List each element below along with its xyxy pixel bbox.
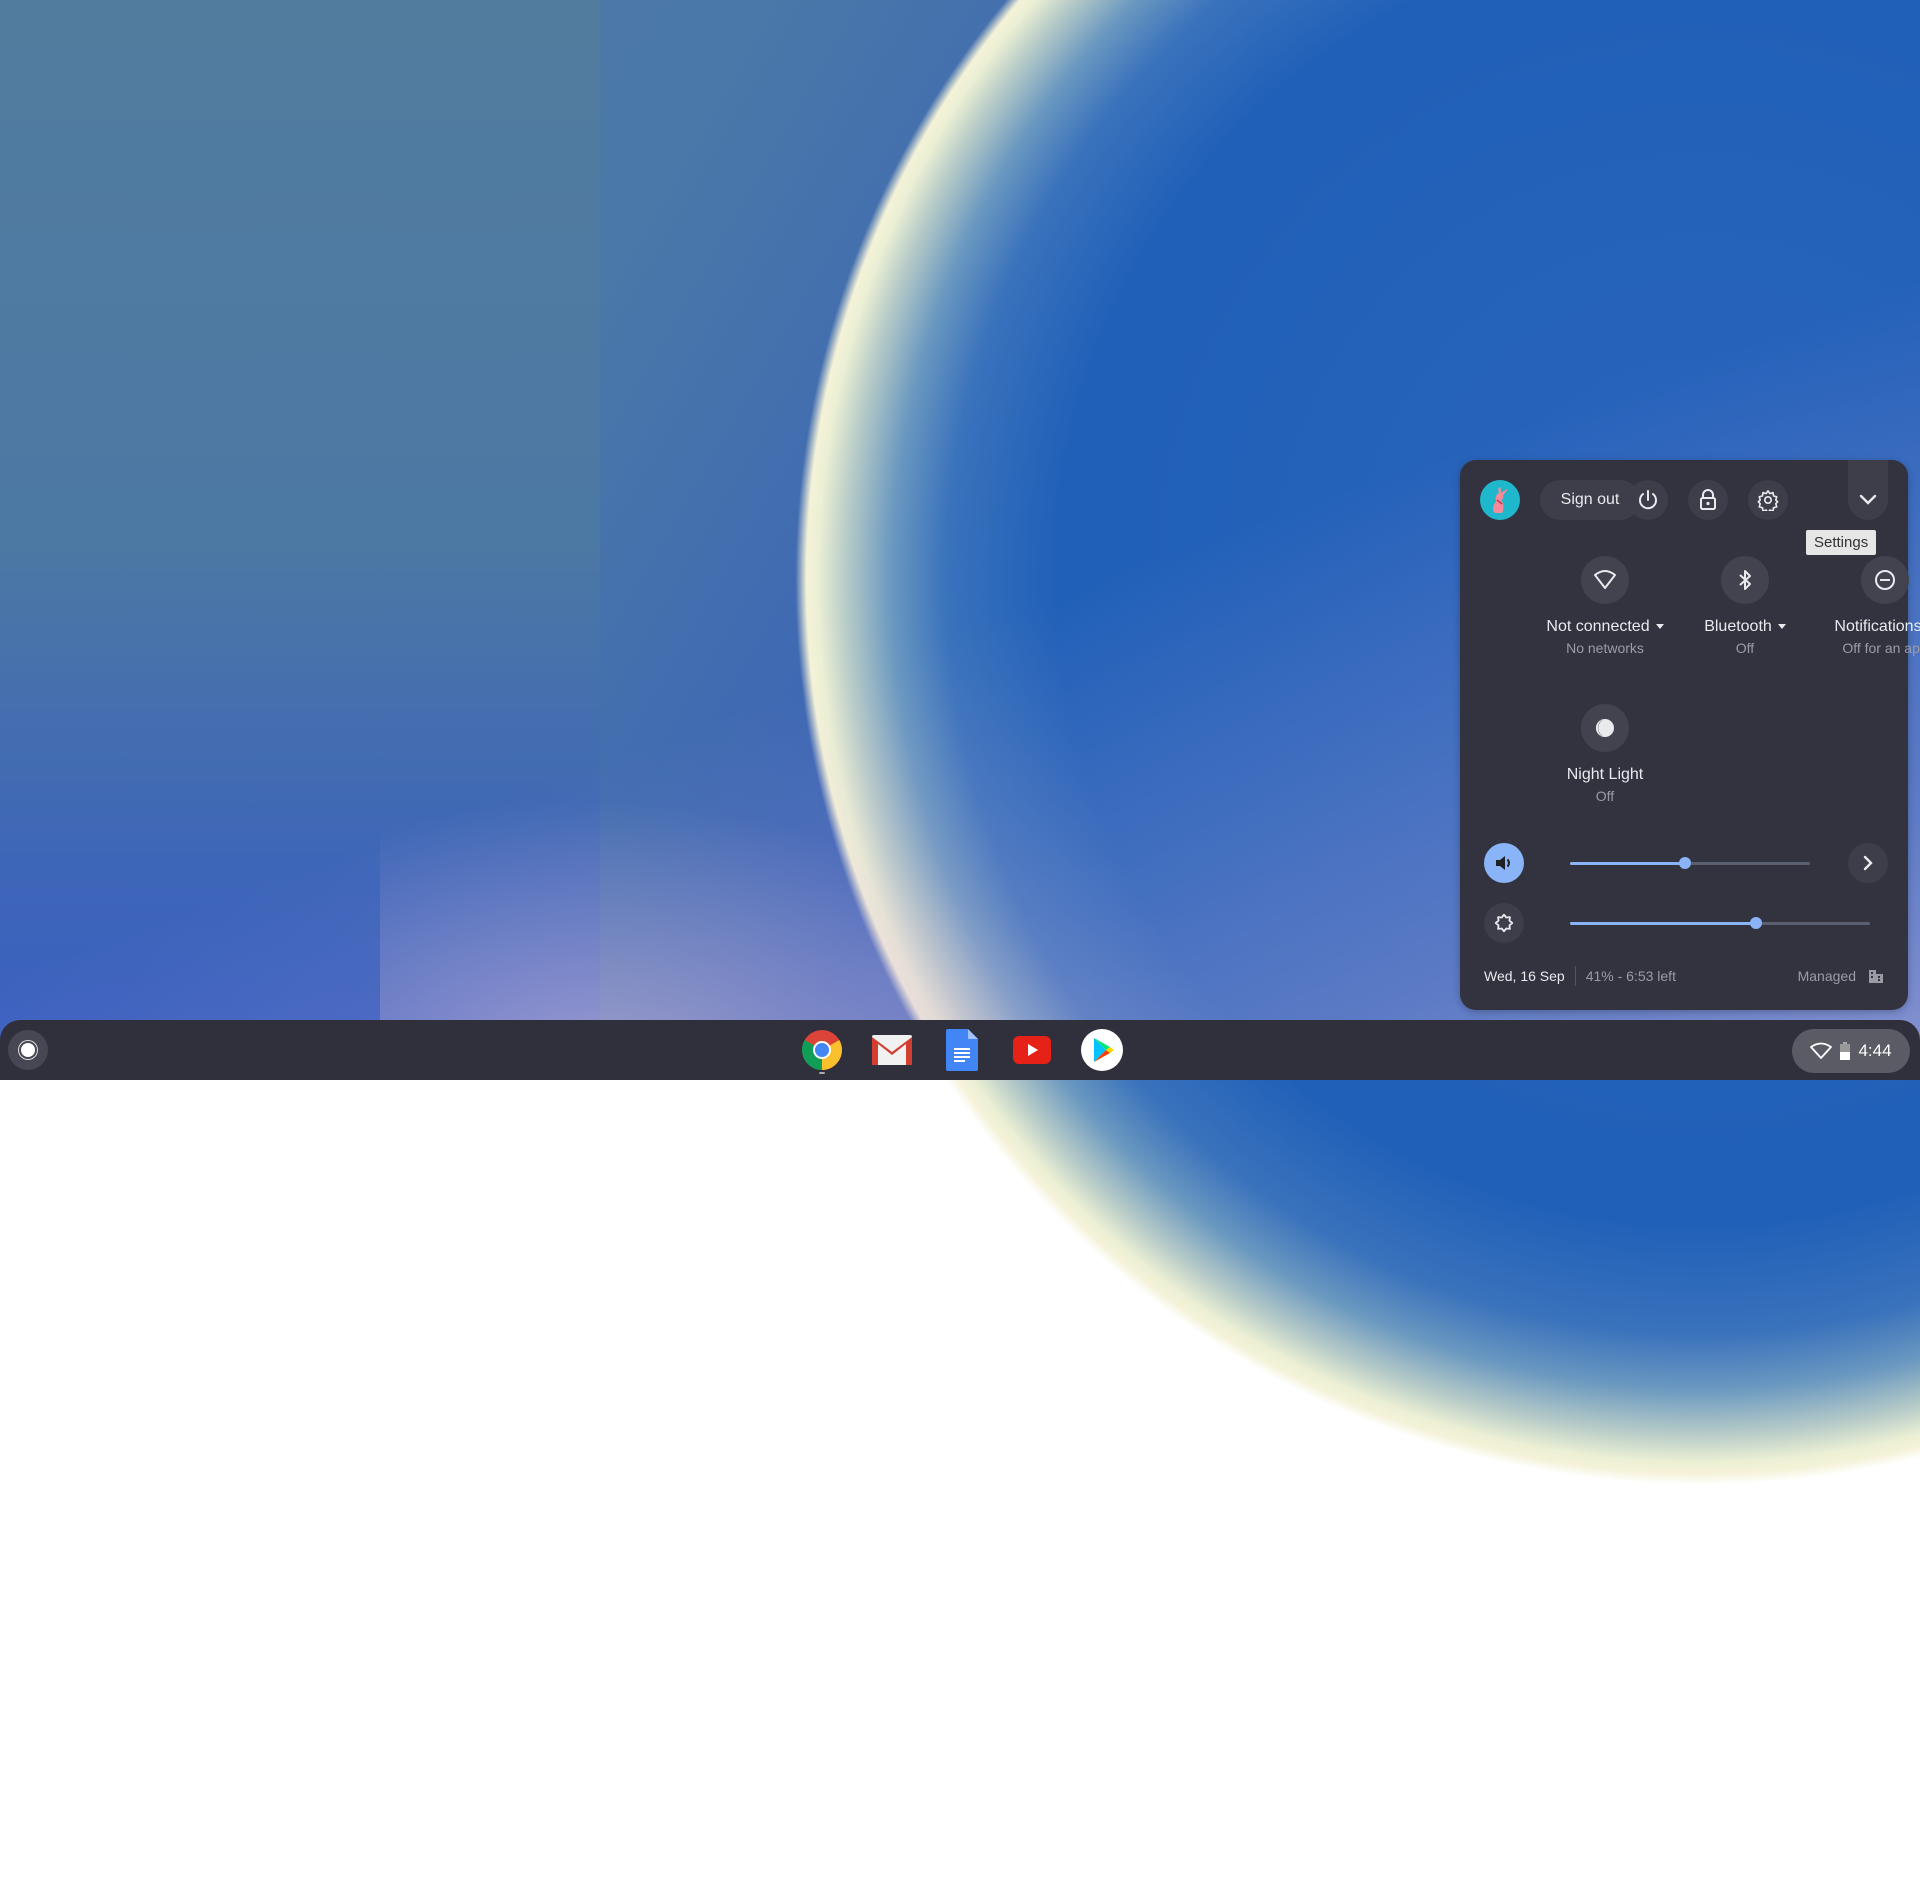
lock-button[interactable]: [1688, 480, 1728, 520]
date-label[interactable]: Wed, 16 Sep: [1484, 968, 1565, 984]
enterprise-building-icon[interactable]: [1868, 968, 1884, 984]
volume-slider-fill: [1570, 862, 1686, 865]
launcher-icon: [21, 1043, 35, 1057]
audio-settings-button[interactable]: [1848, 843, 1888, 883]
youtube-icon: [1013, 1036, 1051, 1064]
shelf: 4:44: [0, 1020, 1920, 1080]
night-light-icon: [1596, 719, 1614, 737]
brightness-row: [1484, 903, 1888, 943]
network-label: Not connected: [1546, 618, 1650, 635]
shelf-app-gmail[interactable]: [870, 1028, 914, 1072]
chrome-icon: [802, 1030, 842, 1070]
feature-night-light: Night Light Off: [1530, 704, 1680, 804]
battery-status[interactable]: 41% - 6:53 left: [1586, 968, 1676, 984]
user-avatar[interactable]: [1480, 480, 1520, 520]
lock-icon: [1700, 489, 1716, 510]
volume-slider-thumb[interactable]: [1679, 857, 1692, 869]
brightness-icon: [1494, 913, 1514, 933]
do-not-disturb-toggle[interactable]: [1861, 556, 1909, 604]
clock: 4:44: [1858, 1041, 1892, 1060]
wifi-icon: [1810, 1042, 1833, 1059]
volume-row: [1484, 843, 1888, 883]
wifi-icon: [1594, 570, 1616, 589]
top-row: Sign out: [1480, 480, 1888, 520]
chevron-right-icon: [1863, 855, 1873, 871]
feature-network: Not connected No networks: [1530, 556, 1680, 656]
notifications-label-button[interactable]: Notifications: [1810, 618, 1920, 636]
network-label-button[interactable]: Not connected: [1530, 618, 1680, 636]
bluetooth-toggle[interactable]: [1721, 556, 1769, 604]
volume-icon: [1496, 856, 1510, 870]
caret-down-icon: [1655, 624, 1664, 630]
night-light-toggle[interactable]: [1581, 704, 1629, 752]
gear-icon: [1757, 490, 1779, 511]
brightness-slider-thumb[interactable]: [1750, 917, 1762, 929]
launcher-button[interactable]: [8, 1030, 48, 1070]
bluetooth-status: Off: [1735, 640, 1755, 656]
feature-bluetooth: Bluetooth Off: [1670, 556, 1820, 656]
chevron-down-icon: [1859, 494, 1877, 505]
sign-out-button[interactable]: Sign out: [1540, 480, 1640, 520]
shelf-app-youtube[interactable]: [1010, 1028, 1054, 1072]
mute-toggle-button[interactable]: [1484, 843, 1524, 883]
settings-button[interactable]: [1748, 480, 1788, 520]
shelf-app-chrome[interactable]: [800, 1028, 844, 1074]
gmail-icon: [872, 1035, 912, 1065]
settings-tooltip: Settings: [1806, 530, 1877, 555]
notifications-status: Off for an app: [1842, 640, 1920, 656]
shelf-app-docs[interactable]: [940, 1028, 984, 1072]
power-icon: [1639, 490, 1657, 510]
footer-divider: [1574, 966, 1576, 986]
docs-icon: [946, 1029, 978, 1071]
bluetooth-label-button[interactable]: Bluetooth: [1670, 618, 1820, 636]
brightness-button: [1484, 903, 1524, 943]
notifications-label: Notifications: [1834, 618, 1920, 635]
brightness-slider-fill: [1570, 922, 1756, 925]
caret-down-icon: [1777, 624, 1786, 630]
brightness-slider[interactable]: [1570, 917, 1870, 929]
managed-label[interactable]: Managed: [1798, 968, 1856, 984]
battery-icon: [1840, 1042, 1851, 1060]
bluetooth-icon: [1739, 570, 1751, 590]
feature-notifications: Notifications Off for an app: [1810, 556, 1920, 656]
rabbit-avatar-icon: [1493, 487, 1508, 513]
volume-slider[interactable]: [1570, 857, 1810, 869]
shelf-app-play-store[interactable]: [1080, 1028, 1124, 1072]
panel-footer: Wed, 16 Sep 41% - 6:53 left Managed: [1484, 964, 1884, 988]
do-not-disturb-icon: [1875, 570, 1895, 590]
network-status: No networks: [1566, 640, 1644, 656]
night-light-status: Off: [1595, 788, 1615, 804]
power-button[interactable]: [1628, 480, 1668, 520]
bluetooth-label: Bluetooth: [1704, 618, 1772, 635]
play-store-icon: [1081, 1029, 1123, 1071]
running-indicator: [819, 1072, 825, 1074]
status-tray[interactable]: 4:44: [1792, 1029, 1910, 1073]
collapse-button[interactable]: [1848, 480, 1888, 520]
network-toggle[interactable]: [1581, 556, 1629, 604]
night-light-label: Night Light: [1566, 766, 1644, 783]
